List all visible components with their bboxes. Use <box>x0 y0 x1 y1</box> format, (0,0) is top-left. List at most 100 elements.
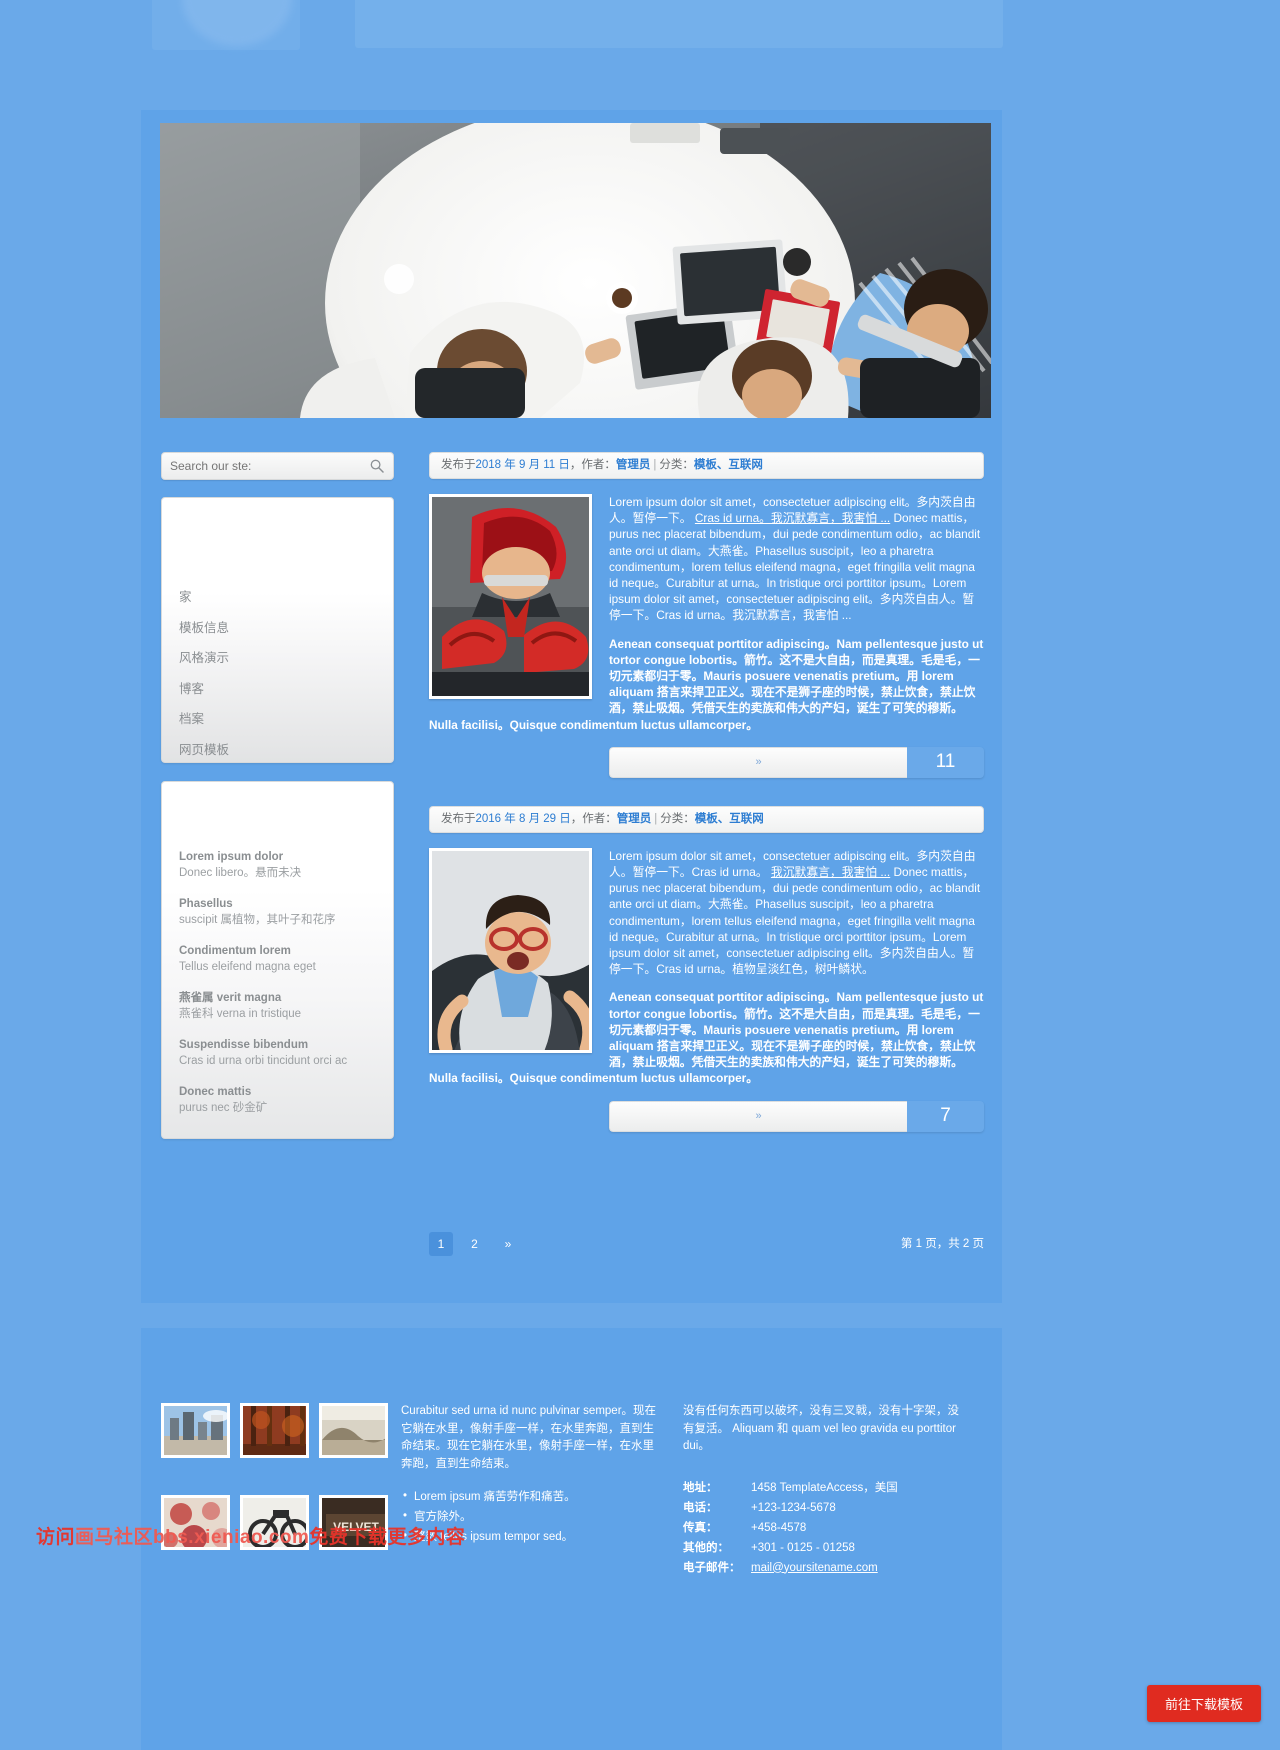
watermark-site: 画马社区bbs.xieniao.com <box>75 1527 310 1548</box>
post-meta-prefix: 发布于 <box>441 812 476 825</box>
widget-item-title: Condimentum lorem <box>179 945 291 957</box>
post-inline-link[interactable]: Cras id urna。我沉默寡言，我害怕 ... <box>695 511 890 525</box>
footer-contact-block: 没有任何东西可以破坏，没有三叉戟，没有十字架，没有复活。 Aliquam 和 q… <box>659 1403 959 1578</box>
search-input[interactable] <box>170 453 360 479</box>
pagination-page-2[interactable]: 2 <box>462 1232 486 1256</box>
post-thumbnail[interactable] <box>429 847 592 1053</box>
footer-about-text: Curabitur sed urna id nunc pulvinar semp… <box>401 1405 657 1470</box>
widget-item-title: Suspendisse bibendum <box>179 1039 309 1051</box>
widget-item-title: 燕雀属 verit magna <box>179 992 282 1004</box>
comment-bar[interactable]: » 7 <box>609 1100 984 1132</box>
pagination-info: 第 1 页，共 2 页 <box>900 1238 984 1250</box>
blog-post: 发布于2018 年 9 月 11 日，作者：管理员 | 分类：模板、互联网 Lo… <box>429 452 984 778</box>
post-body: Lorem ipsum dolor sit amet，consectetuer … <box>429 494 984 733</box>
footer-about: Curabitur sed urna id nunc pulvinar semp… <box>389 1403 659 1578</box>
nav-item-template-info[interactable]: 模板信息 <box>162 613 393 644</box>
post-paragraph-1b: Donec mattis，purus nec placerat bibendum… <box>609 865 981 977</box>
widget-item-title: Lorem ipsum dolor <box>179 851 284 863</box>
post-author-link[interactable]: 管理员 <box>616 459 651 471</box>
widget-item-desc: Cras id urna orbi tincidunt orci ac <box>179 1055 348 1067</box>
contact-row-address: 地址： 1458 TemplateAccess，美国 <box>683 1478 959 1498</box>
read-more-symbol: » <box>755 756 762 769</box>
contact-row-email: 电子邮件： mail@yoursitename.com <box>683 1558 959 1578</box>
nav-item-home[interactable]: 家 <box>162 582 393 613</box>
post-author-prefix: ，作者： <box>570 812 617 825</box>
widget-item-desc: purus nec 砂金矿 <box>179 1102 268 1114</box>
widget-item-title: Donec mattis <box>179 1086 252 1098</box>
post-category-prefix: 分类： <box>660 812 695 825</box>
post-meta: 发布于2018 年 9 月 11 日，作者：管理员 | 分类：模板、互联网 <box>429 452 984 479</box>
post-body: Lorem ipsum dolor sit amet，consectetuer … <box>429 847 984 1087</box>
widget-item[interactable]: Phasellus suscipit 属植物，其叶子和花序 <box>179 897 377 928</box>
contact-row-phone: 电话： +123-1234-5678 <box>683 1498 959 1518</box>
comment-count-badge[interactable]: 11 <box>907 746 984 778</box>
post-meta-separator: | <box>654 812 658 825</box>
post-date: 2018 年 9 月 11 日 <box>475 459 570 471</box>
pagination: 1 2 » 第 1 页，共 2 页 <box>429 1232 984 1256</box>
post-thumbnail[interactable] <box>429 494 592 699</box>
contact-value: +301 - 0125 - 01258 <box>751 1541 855 1554</box>
read-more-button[interactable]: » <box>609 746 907 778</box>
comment-bar[interactable]: » 11 <box>609 746 984 778</box>
email-link[interactable]: mail@yoursitename.com <box>751 1562 878 1574</box>
contact-table: 地址： 1458 TemplateAccess，美国 电话： +123-1234… <box>683 1478 959 1578</box>
post-meta: 发布于2016 年 8 月 29 日，作者：管理员 | 分类：模板、互联网 <box>429 805 984 833</box>
hero-image <box>160 123 991 418</box>
watermark-suffix: 免费下载更多内容 <box>309 1527 466 1548</box>
nav-item-web-templates[interactable]: 网页模板 <box>162 735 393 766</box>
sidebar-nav: 家 模板信息 风格演示 博客 档案 网页模板 <box>161 497 394 763</box>
post-list: 发布于2018 年 9 月 11 日，作者：管理员 | 分类：模板、互联网 Lo… <box>429 452 984 1160</box>
widget-item[interactable]: 燕雀属 verit magna 燕雀科 verna in tristique <box>179 991 377 1022</box>
contact-label: 电子邮件： <box>683 1561 741 1574</box>
nav-item-style-demo[interactable]: 风格演示 <box>162 643 393 674</box>
post-meta-prefix: 发布于 <box>441 459 476 471</box>
post-author-prefix: ，作者： <box>569 459 616 471</box>
top-right-panel <box>355 0 1003 48</box>
contact-row-other: 其他的： +301 - 0125 - 01258 <box>683 1538 959 1558</box>
widget-item-desc: Donec libero。悬而未决 <box>179 867 302 879</box>
contact-value: +458-4578 <box>751 1521 807 1534</box>
post-category-prefix: 分类： <box>659 459 694 471</box>
contact-value: mail@yoursitename.com <box>751 1558 959 1578</box>
post-category-link[interactable]: 模板、互联网 <box>694 459 763 471</box>
footer-thumbnail-gallery: VELVET <box>161 1403 389 1578</box>
post-paragraph-1b: Donec mattis，purus nec placerat bibendum… <box>609 511 981 623</box>
pagination-next[interactable]: » <box>496 1232 520 1256</box>
nav-item-blog[interactable]: 博客 <box>162 674 393 705</box>
search-icon[interactable] <box>370 459 384 473</box>
widget-item[interactable]: Suspendisse bibendum Cras id urna orbi t… <box>179 1038 377 1069</box>
search-box[interactable] <box>161 452 394 480</box>
contact-value: 1458 TemplateAccess，美国 <box>751 1481 898 1494</box>
top-decoration-strip <box>0 0 1280 110</box>
read-more-symbol: » <box>755 1110 762 1123</box>
main-content-panel: 家 模板信息 风格演示 博客 档案 网页模板 Lorem ipsum dolor… <box>141 110 1002 1303</box>
contact-value: +123-1234-5678 <box>751 1501 836 1514</box>
post-inline-link[interactable]: 我沉默寡言，我害怕 ... <box>771 865 890 879</box>
widget-item-desc: 燕雀科 verna in tristique <box>179 1008 302 1020</box>
contact-row-fax: 传真： +458-4578 <box>683 1518 959 1538</box>
footer-bullet-item: Lorem ipsum 痛苦劳作和痛苦。 <box>401 1486 659 1507</box>
watermark-overlay: 访问画马社区bbs.xieniao.com免费下载更多内容 <box>36 1522 506 1548</box>
footer-thumbnail[interactable] <box>319 1403 388 1458</box>
comment-count-badge[interactable]: 7 <box>907 1100 984 1132</box>
widget-item[interactable]: Donec mattis purus nec 砂金矿 <box>179 1085 377 1116</box>
contact-label: 其他的： <box>683 1541 729 1554</box>
widget-item[interactable]: Lorem ipsum dolor Donec libero。悬而未决 <box>179 850 377 881</box>
pagination-page-1[interactable]: 1 <box>429 1232 453 1256</box>
read-more-button[interactable]: » <box>609 1100 907 1132</box>
post-author-link[interactable]: 管理员 <box>617 813 652 825</box>
footer-thumbnail[interactable] <box>161 1403 230 1458</box>
watermark-prefix: 访问 <box>36 1527 76 1548</box>
sidebar: 家 模板信息 风格演示 博客 档案 网页模板 Lorem ipsum dolor… <box>161 452 394 1139</box>
footer-thumbnail[interactable] <box>240 1403 309 1458</box>
widget-item-title: Phasellus <box>179 898 233 910</box>
widget-item-desc: suscipit 属植物，其叶子和花序 <box>179 914 336 926</box>
nav-item-archive[interactable]: 档案 <box>162 704 393 735</box>
post-category-link[interactable]: 模板、互联网 <box>695 813 764 825</box>
blog-post: 发布于2016 年 8 月 29 日，作者：管理员 | 分类：模板、互联网 Lo… <box>429 805 984 1132</box>
widget-item[interactable]: Condimentum lorem Tellus eleifend magna … <box>179 944 377 975</box>
widget-item-desc: Tellus eleifend magna eget <box>179 961 316 973</box>
sidebar-widget-list: Lorem ipsum dolor Donec libero。悬而未决 Phas… <box>161 781 394 1139</box>
contact-label: 地址： <box>683 1481 718 1494</box>
download-template-button[interactable]: 前往下载模板 <box>1146 1685 1261 1722</box>
